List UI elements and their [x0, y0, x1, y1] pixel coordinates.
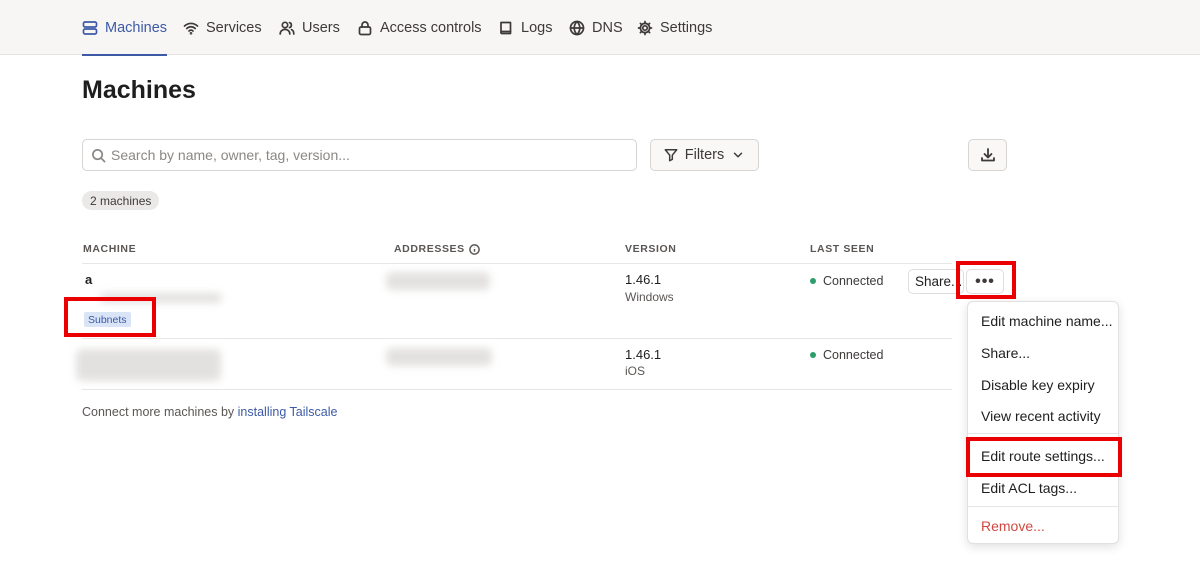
machine-os: Windows	[625, 290, 674, 304]
download-icon	[980, 148, 995, 162]
machine-actions-menu: Edit machine name... Share... Disable ke…	[967, 301, 1119, 544]
menu-view-recent-activity[interactable]: View recent activity	[981, 408, 1101, 424]
status-dot	[810, 278, 816, 284]
gear-icon	[637, 20, 653, 35]
lock-icon	[358, 20, 372, 35]
menu-separator	[968, 433, 1118, 434]
nav-machines[interactable]: Machines	[82, 0, 168, 56]
search-box[interactable]	[82, 139, 637, 171]
column-header-addresses: ADDRESSES	[394, 243, 480, 255]
server-icon	[82, 20, 98, 35]
nav-logs[interactable]: Logs	[498, 0, 552, 55]
redacted-machine-name	[76, 349, 221, 381]
book-icon	[500, 21, 512, 34]
nav-services[interactable]: Services	[183, 0, 262, 55]
machine-version: 1.46.1	[625, 347, 662, 362]
wifi-icon	[183, 22, 199, 35]
download-button[interactable]	[968, 139, 1007, 171]
nav-label: Services	[206, 19, 262, 36]
redacted-address	[386, 348, 492, 366]
chevron-down-icon	[733, 152, 743, 158]
filters-button[interactable]: Filters	[650, 139, 759, 171]
page-title: Machines	[82, 76, 196, 104]
redacted-address	[386, 272, 490, 290]
highlight-box	[956, 261, 1016, 299]
row-divider	[82, 338, 952, 339]
menu-separator	[968, 506, 1118, 507]
filter-icon	[664, 149, 678, 162]
status-label: Connected	[823, 348, 884, 362]
nav-dns[interactable]: DNS	[569, 0, 623, 55]
top-nav: Machines Services Users Access controls …	[0, 0, 1200, 56]
menu-remove[interactable]: Remove...	[981, 518, 1045, 534]
highlight-box	[966, 437, 1122, 477]
header-label: MACHINE	[83, 243, 137, 255]
nav-label: DNS	[592, 19, 623, 36]
row-divider	[82, 389, 952, 390]
search-icon	[92, 148, 106, 162]
highlight-box	[64, 297, 156, 337]
globe-icon	[569, 20, 585, 35]
machine-os: iOS	[625, 364, 646, 378]
machine-count-badge: 2 machines	[82, 191, 160, 210]
install-link[interactable]: installing Tailscale	[238, 405, 338, 419]
menu-edit-machine-name[interactable]: Edit machine name...	[981, 313, 1113, 329]
status-label: Connected	[823, 274, 884, 288]
note-text: Connect more machines by	[82, 405, 238, 419]
header-label: ADDRESSES	[394, 243, 465, 255]
nav-users[interactable]: Users	[279, 0, 340, 55]
filters-label: Filters	[684, 147, 725, 163]
nav-label: Users	[302, 19, 340, 36]
menu-edit-acl-tags[interactable]: Edit ACL tags...	[981, 480, 1077, 496]
status-dot	[810, 352, 816, 358]
column-header-last-seen: LAST SEEN	[810, 243, 874, 255]
header-label: LAST SEEN	[810, 243, 875, 255]
nav-label: Machines	[105, 19, 168, 36]
header-label: VERSION	[625, 243, 677, 255]
column-header-version: VERSION	[625, 243, 676, 255]
status-connected: Connected	[810, 274, 883, 288]
nav-label: Settings	[660, 19, 713, 36]
menu-share[interactable]: Share...	[981, 345, 1030, 361]
users-icon	[279, 20, 295, 35]
nav-settings[interactable]: Settings	[637, 0, 712, 55]
menu-disable-key-expiry[interactable]: Disable key expiry	[981, 377, 1095, 393]
nav-label: Access controls	[380, 19, 482, 36]
info-icon[interactable]	[468, 243, 480, 255]
column-header-machine: MACHINE	[83, 243, 136, 255]
machine-name[interactable]: a	[85, 272, 92, 287]
row-divider	[82, 263, 952, 264]
search-input[interactable]	[111, 147, 611, 163]
nav-label: Logs	[521, 19, 553, 36]
machine-version: 1.46.1	[625, 272, 662, 287]
status-connected: Connected	[810, 348, 883, 362]
connect-more-note: Connect more machines by installing Tail…	[82, 405, 337, 419]
nav-access-controls[interactable]: Access controls	[357, 0, 482, 55]
